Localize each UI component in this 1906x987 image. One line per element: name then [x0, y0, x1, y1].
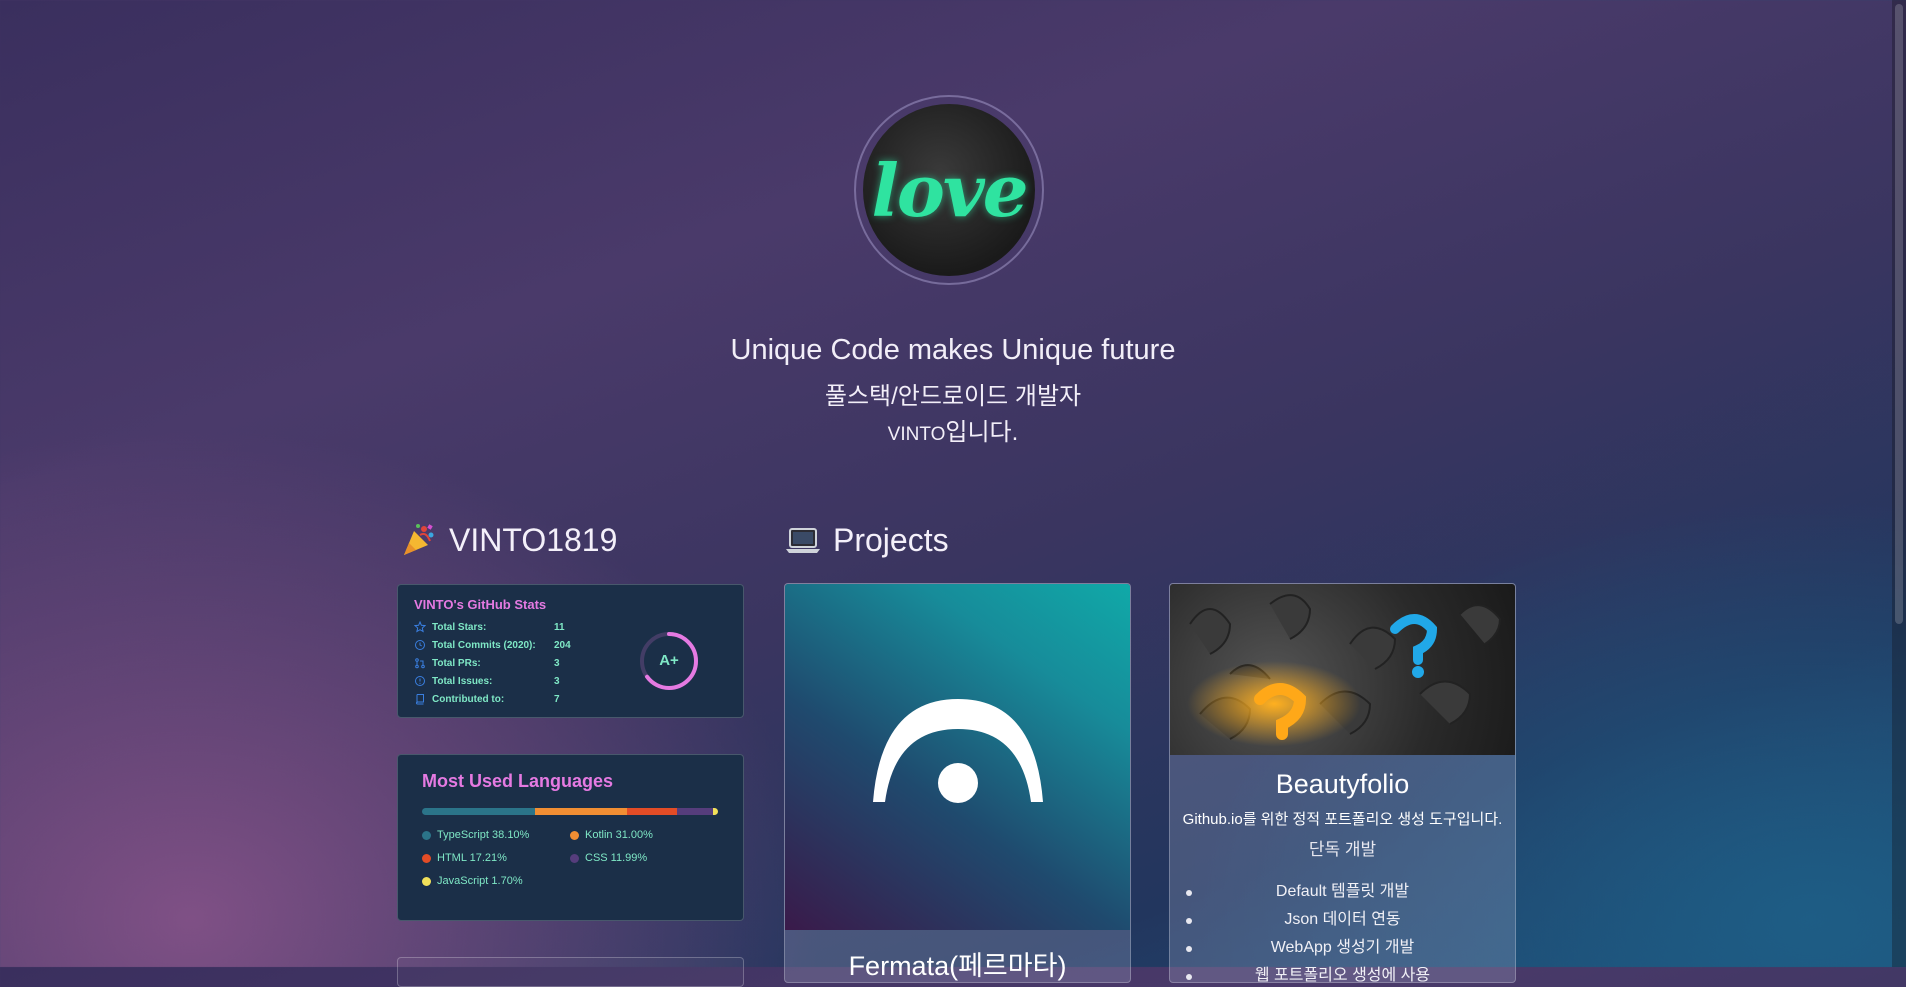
language-bar-segment: [677, 808, 713, 815]
avatar-love-text: love: [871, 147, 1028, 233]
stat-label: Total PRs:: [432, 657, 481, 669]
project-card-beautyfolio[interactable]: Beautyfolio Github.io를 위한 정적 포트폴리오 생성 도구…: [1169, 583, 1516, 983]
profile-section-title: VINTO1819: [399, 520, 617, 560]
star-icon: [414, 621, 432, 633]
extra-card[interactable]: [397, 957, 744, 987]
hero-role: 풀스택/안드로이드 개발자: [824, 383, 1082, 410]
pull-request-icon: [414, 657, 432, 669]
party-popper-icon: [399, 520, 439, 560]
hero-name: VINTO입니다.: [0, 412, 1906, 447]
language-label: TypeScript 38.10%: [437, 829, 530, 841]
project-title: Fermata(페르마타): [848, 951, 1067, 981]
project-feature-list: Default 템플릿 개발 Json 데이터 연동 WebApp 생성기 개발…: [1170, 878, 1515, 982]
clock-icon: [414, 639, 432, 651]
stat-value: 3: [554, 657, 560, 669]
repo-icon: [414, 693, 432, 705]
languages-card[interactable]: Most Used Languages TypeScript 38.10% Kot…: [397, 754, 744, 921]
issue-icon: [414, 675, 432, 687]
language-item: HTML 17.21%: [422, 852, 570, 864]
stat-label: Total Issues:: [432, 675, 493, 687]
stat-value: 204: [554, 639, 571, 651]
project-description: Github.io를 위한 정적 포트폴리오 생성 도구입니다.: [1182, 811, 1503, 828]
language-bar-segment: [712, 808, 718, 815]
github-stats-title: VINTO's GitHub Stats: [414, 597, 547, 612]
language-bar-segment: [534, 808, 627, 815]
language-dot-icon: [570, 853, 579, 863]
project-feature: 웹 포트폴리오 생성에 사용: [1170, 962, 1515, 982]
languages-list: TypeScript 38.10% Kotlin 31.00% HTML 17.21…: [422, 829, 719, 887]
project-role: 단독 개발: [1308, 840, 1377, 859]
laptop-icon: [783, 520, 823, 560]
stat-label: Contributed to:: [432, 693, 505, 705]
language-label: HTML 17.21%: [437, 852, 507, 864]
language-label: CSS 11.99%: [585, 852, 648, 864]
language-dot-icon: [422, 876, 431, 886]
stat-row: Contributed to: 7: [414, 690, 727, 708]
stat-value: 7: [554, 693, 560, 705]
stat-label: Total Commits (2020):: [432, 639, 536, 651]
project-title: Beautyfolio: [1275, 769, 1410, 799]
scrollbar-thumb[interactable]: [1895, 4, 1903, 624]
page-scrollbar[interactable]: [1892, 0, 1906, 967]
profile-section-label: VINTO1819: [449, 521, 618, 558]
language-item: CSS 11.99%: [570, 852, 718, 864]
fermata-icon: [872, 699, 1043, 803]
hero-name-small: VINTO: [887, 424, 946, 445]
stat-label: Total Stars:: [432, 621, 487, 633]
projects-section-label: Projects: [833, 521, 949, 558]
language-item: TypeScript 38.10%: [422, 829, 570, 841]
languages-bar: [422, 808, 718, 815]
languages-title: Most Used Languages: [422, 771, 614, 791]
grade-text: A+: [659, 652, 679, 669]
language-dot-icon: [570, 830, 579, 840]
fermata-thumbnail: [785, 584, 1130, 930]
language-bar-segment: [626, 808, 678, 815]
github-stats-card[interactable]: VINTO's GitHub Stats Total Stars: 11 Total…: [397, 584, 744, 718]
hero-tagline: Unique Code makes Unique future: [730, 334, 1176, 366]
language-label: Kotlin 31.00%: [585, 829, 653, 841]
language-dot-icon: [422, 830, 431, 840]
project-feature: WebApp 생성기 개발: [1170, 934, 1515, 962]
avatar-image: love: [863, 104, 1035, 276]
hero-name-suffix: 입니다.: [945, 419, 1019, 446]
language-item: Kotlin 31.00%: [570, 829, 718, 841]
stat-value: 3: [554, 675, 560, 687]
language-label: JavaScript 1.70%: [437, 875, 523, 887]
project-card-fermata[interactable]: Fermata(페르마타): [784, 583, 1131, 983]
grade-ring: A+: [638, 630, 700, 692]
language-dot-icon: [422, 853, 431, 863]
project-feature: Json 데이터 연동: [1170, 906, 1515, 934]
beautyfolio-thumbnail: [1170, 584, 1515, 755]
language-bar-segment: [422, 808, 535, 815]
projects-section-title: Projects: [783, 520, 949, 560]
stat-value: 11: [554, 621, 565, 633]
language-item: JavaScript 1.70%: [422, 875, 570, 887]
project-feature: Default 템플릿 개발: [1170, 878, 1515, 906]
profile-avatar: love: [854, 95, 1044, 285]
